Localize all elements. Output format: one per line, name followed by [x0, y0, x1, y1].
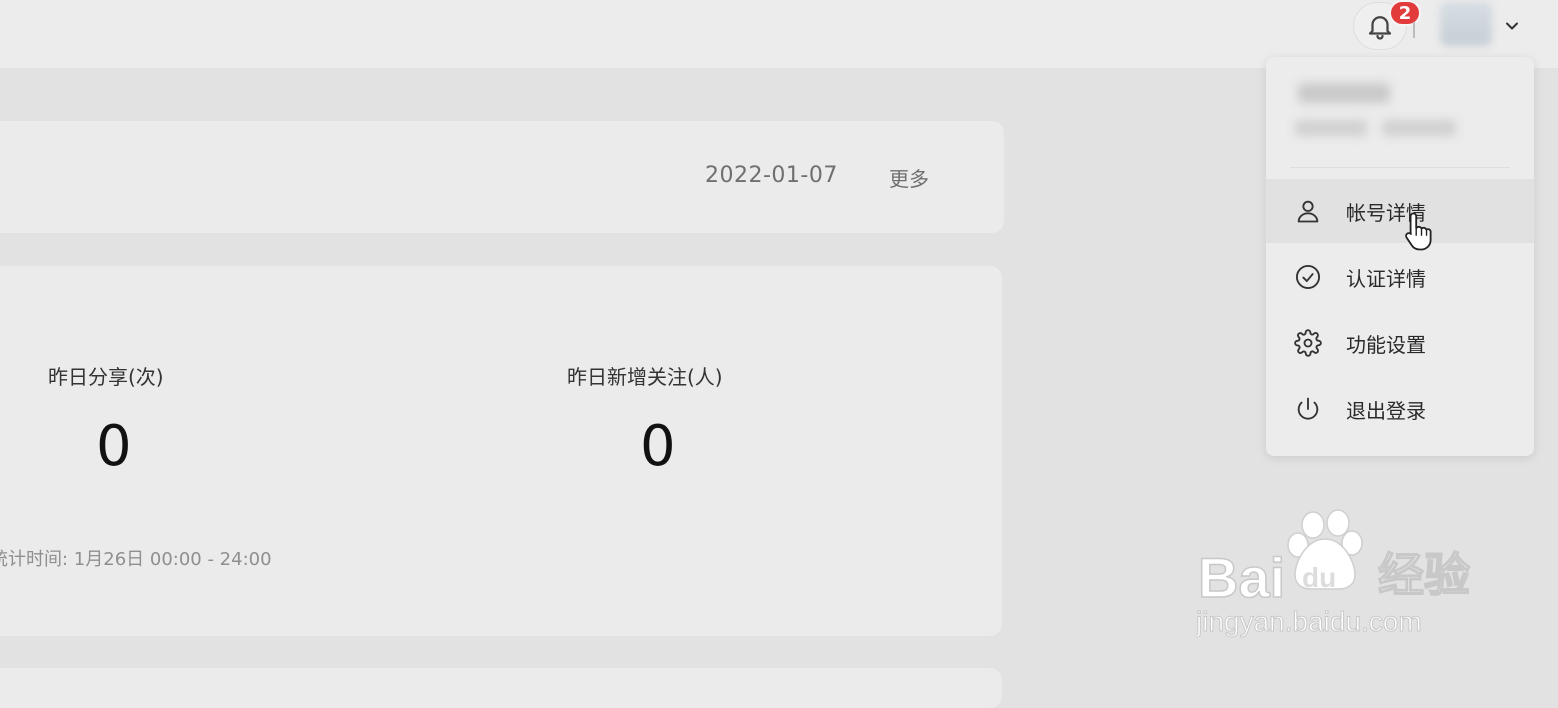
menu-item-verification-details[interactable]: 认证详情 — [1266, 245, 1534, 309]
avatar[interactable] — [1440, 2, 1492, 46]
user-info-redacted — [1382, 120, 1456, 136]
gear-icon — [1293, 328, 1323, 358]
user-info-redacted — [1295, 120, 1367, 136]
stats-time-range: 统计时间: 1月26日 00:00 - 24:00 — [0, 549, 272, 570]
stat-value-shares: 0 — [96, 414, 132, 479]
user-icon — [1293, 196, 1323, 226]
watermark-brand-right: du — [1302, 562, 1336, 593]
menu-item-label: 认证详情 — [1346, 266, 1426, 291]
notice-date: 2022-01-07 — [705, 163, 838, 188]
more-link[interactable]: 更多 — [889, 163, 929, 192]
power-icon — [1293, 394, 1323, 424]
stats-card — [0, 266, 1002, 636]
baidu-jingyan-watermark: Bai du 经验 jingyan.baidu.com — [1196, 509, 1471, 638]
menu-item-feature-settings[interactable]: 功能设置 — [1266, 311, 1534, 375]
next-card — [0, 668, 1002, 708]
menu-item-account-details[interactable]: 帐号详情 — [1266, 179, 1534, 243]
stat-label-new-follows: 昨日新增关注(人) — [567, 365, 723, 389]
watermark-url: jingyan.baidu.com — [1196, 606, 1422, 637]
menu-item-label: 退出登录 — [1346, 398, 1426, 423]
stat-label-shares: 昨日分享(次) — [48, 365, 164, 389]
user-name-redacted — [1298, 83, 1390, 103]
notice-card — [0, 121, 1004, 233]
chevron-down-icon[interactable] — [1500, 14, 1524, 38]
watermark-brand-left: Bai — [1198, 546, 1285, 609]
stat-value-new-follows: 0 — [640, 414, 676, 479]
watermark-brand-cn: 经验 — [1378, 548, 1470, 602]
menu-item-logout[interactable]: 退出登录 — [1266, 377, 1534, 441]
menu-item-label: 功能设置 — [1346, 332, 1426, 357]
hand-pointer-icon — [1405, 212, 1432, 251]
check-circle-icon — [1293, 262, 1323, 292]
menu-divider — [1290, 167, 1510, 168]
header-divider — [1413, 22, 1415, 38]
notification-badge: 2 — [1389, 0, 1421, 26]
